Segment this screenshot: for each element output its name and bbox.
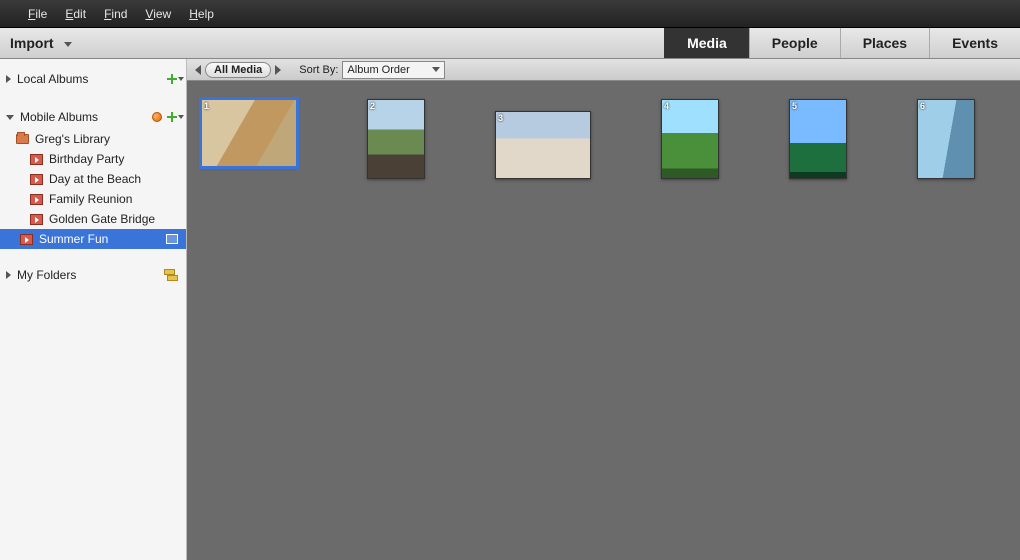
add-album-icon[interactable] (166, 111, 178, 123)
thumb-3[interactable]: 3 (495, 111, 591, 179)
expand-icon (6, 75, 11, 83)
sort-label: Sort By: (299, 64, 338, 76)
album-summer-fun[interactable]: Summer Fun (0, 229, 186, 249)
main-area: Local Albums Mobile Albums Greg's Librar… (0, 59, 1020, 560)
view-tabs: Media People Places Events (664, 28, 1020, 58)
section-local-albums[interactable]: Local Albums (0, 67, 186, 91)
thumb-4[interactable]: 4 (661, 99, 719, 179)
content-area: All Media Sort By: Album Order 1 2 3 4 (187, 59, 1020, 560)
album-icon (20, 234, 33, 245)
menu-help[interactable]: Help (189, 7, 214, 21)
share-icon[interactable] (166, 234, 178, 244)
menu-edit[interactable]: Edit (65, 7, 86, 21)
toolbar: Import Media People Places Events (0, 28, 1020, 59)
thumb-index: 1 (204, 101, 209, 111)
sort-value: Album Order (347, 64, 409, 76)
thumb-index: 4 (664, 101, 669, 111)
import-button[interactable]: Import (0, 28, 86, 58)
section-mobile-albums[interactable]: Mobile Albums (0, 105, 186, 129)
section-label: Mobile Albums (20, 110, 152, 124)
tab-people[interactable]: People (749, 28, 840, 58)
nav-forward-icon[interactable] (275, 65, 281, 75)
album-icon (30, 154, 43, 165)
album-icon (30, 194, 43, 205)
menu-file[interactable]: File (28, 7, 47, 21)
chevron-down-icon (432, 67, 440, 72)
library-row[interactable]: Greg's Library (0, 129, 186, 149)
add-album-icon[interactable] (166, 73, 178, 85)
thumb-6[interactable]: 6 (917, 99, 975, 179)
thumbnail-grid: 1 2 3 4 5 6 (187, 81, 1020, 560)
album-label: Golden Gate Bridge (49, 212, 155, 226)
thumb-2[interactable]: 2 (367, 99, 425, 179)
thumb-index: 5 (792, 101, 797, 111)
section-label: My Folders (17, 268, 164, 282)
album-label: Family Reunion (49, 192, 132, 206)
thumb-5[interactable]: 5 (789, 99, 847, 179)
album-day-at-the-beach[interactable]: Day at the Beach (0, 169, 186, 189)
tab-events[interactable]: Events (929, 28, 1020, 58)
sync-status-icon[interactable] (152, 112, 162, 122)
album-label: Birthday Party (49, 152, 124, 166)
filter-bar: All Media Sort By: Album Order (187, 59, 1020, 81)
library-label: Greg's Library (35, 132, 110, 146)
menu-find[interactable]: Find (104, 7, 127, 21)
album-label: Summer Fun (39, 232, 108, 246)
import-label: Import (10, 35, 54, 51)
thumb-index: 6 (920, 101, 925, 111)
collapse-icon (6, 115, 14, 120)
tab-places[interactable]: Places (840, 28, 929, 58)
album-label: Day at the Beach (49, 172, 141, 186)
folder-icon (16, 134, 29, 144)
album-icon (30, 214, 43, 225)
nav-back-icon[interactable] (195, 65, 201, 75)
expand-icon (6, 271, 11, 279)
sort-select[interactable]: Album Order (342, 61, 444, 79)
album-icon (30, 174, 43, 185)
section-my-folders[interactable]: My Folders (0, 263, 186, 287)
album-golden-gate-bridge[interactable]: Golden Gate Bridge (0, 209, 186, 229)
thumb-index: 2 (370, 101, 375, 111)
album-birthday-party[interactable]: Birthday Party (0, 149, 186, 169)
menubar: File Edit Find View Help (0, 0, 1020, 28)
sidebar: Local Albums Mobile Albums Greg's Librar… (0, 59, 187, 560)
link-folders-icon[interactable] (164, 269, 178, 281)
menu-view[interactable]: View (145, 7, 171, 21)
tab-media[interactable]: Media (664, 28, 749, 58)
filter-pill[interactable]: All Media (205, 62, 271, 78)
thumb-index: 3 (498, 113, 503, 123)
chevron-down-icon (64, 42, 72, 47)
thumb-1[interactable]: 1 (201, 99, 297, 167)
album-family-reunion[interactable]: Family Reunion (0, 189, 186, 209)
section-label: Local Albums (17, 72, 166, 86)
